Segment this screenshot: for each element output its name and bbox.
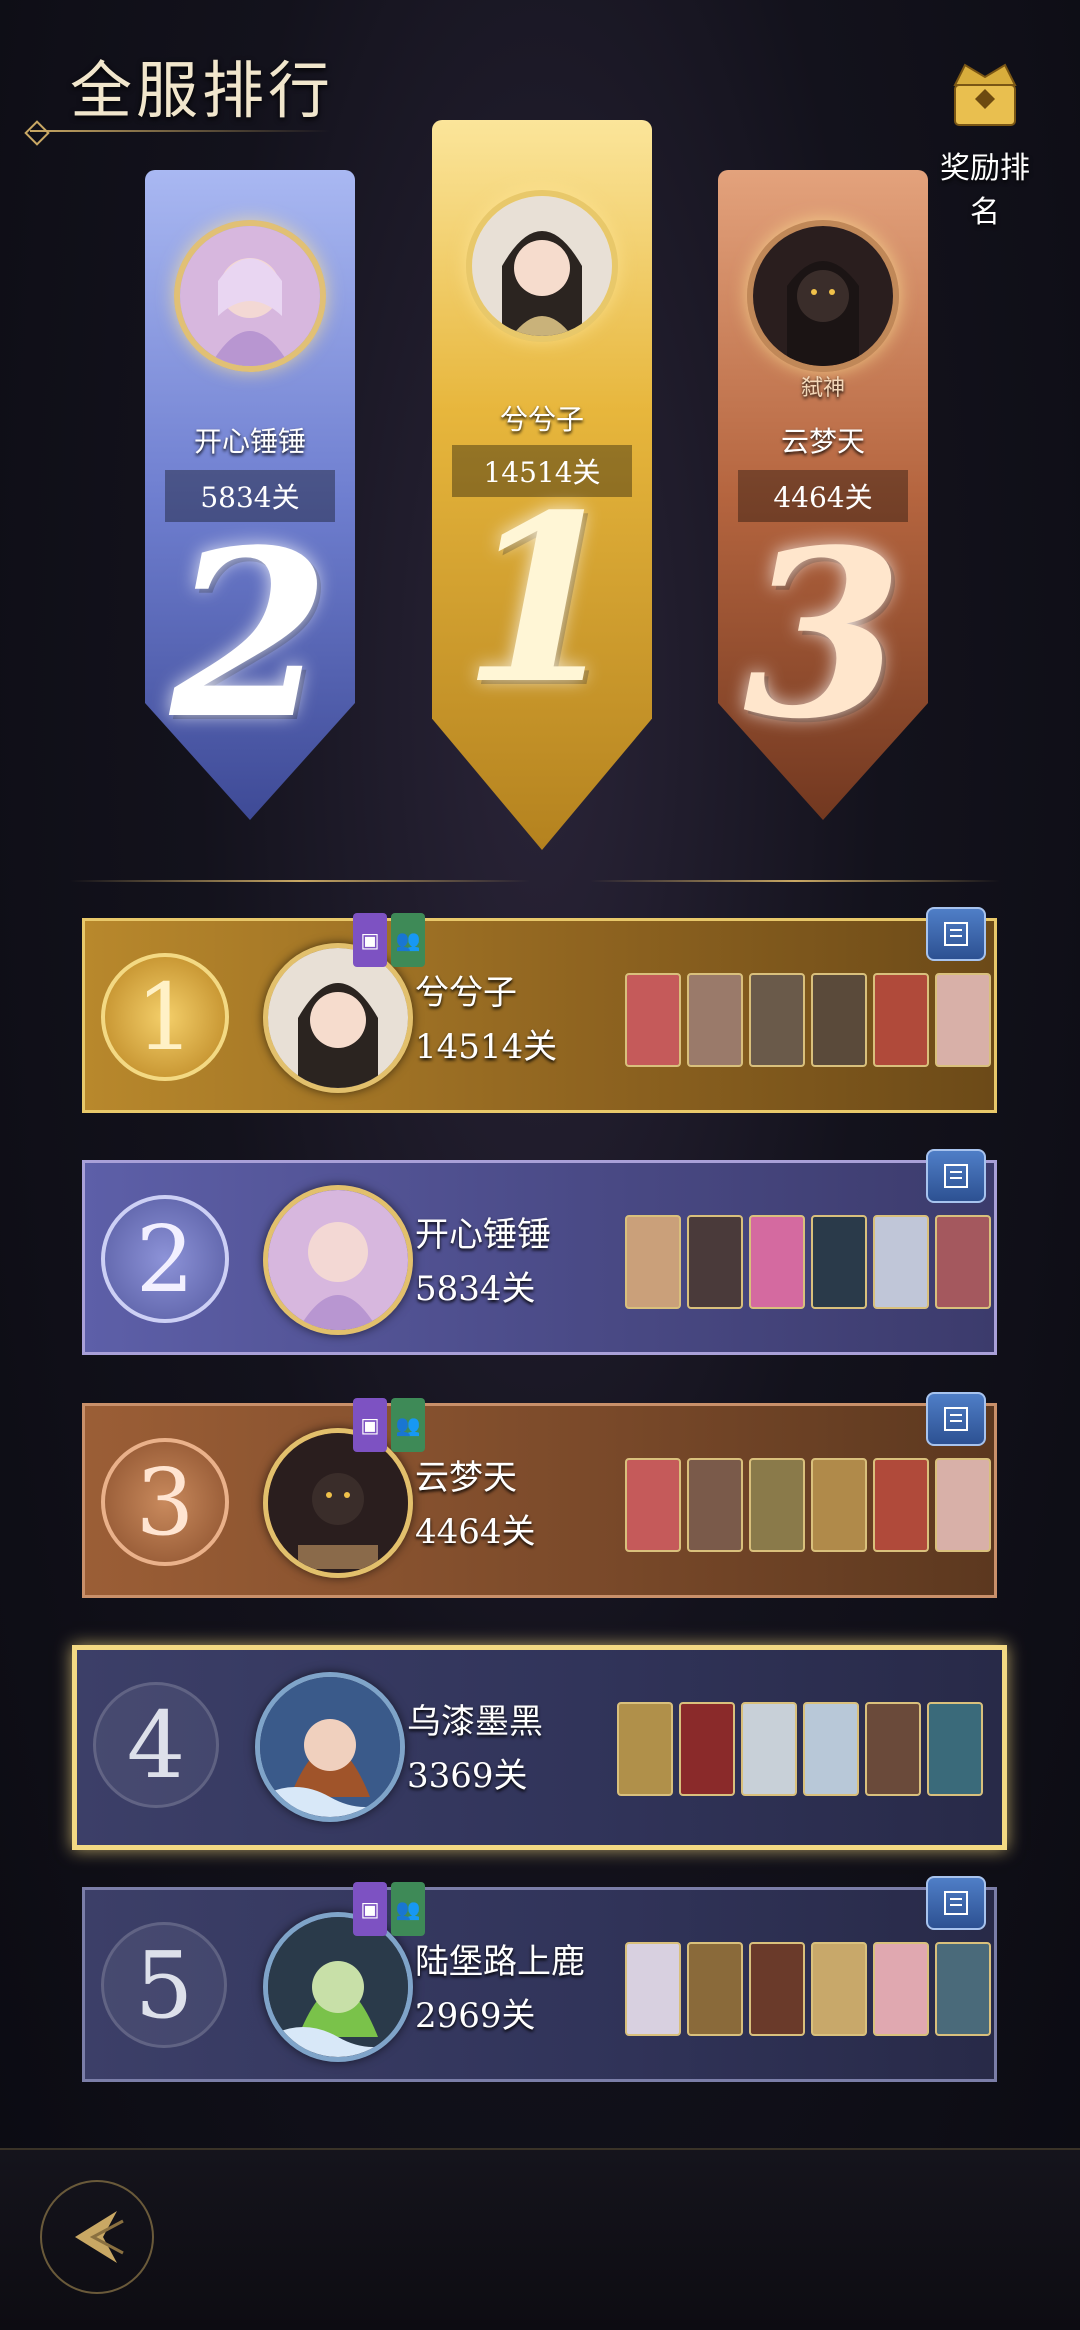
- title-underline: [30, 130, 330, 132]
- hero-lineup: [625, 1458, 991, 1552]
- title-ornament: [24, 120, 50, 146]
- podium-rank-number-1: 1: [461, 465, 623, 735]
- hero-lineup: [625, 1215, 991, 1309]
- hero-card[interactable]: [687, 1458, 743, 1552]
- hero-card[interactable]: [749, 1942, 805, 2036]
- hero-card[interactable]: [811, 1458, 867, 1552]
- bottom-bar: [0, 2148, 1080, 2330]
- player-avatar[interactable]: [255, 1672, 405, 1822]
- hero-card[interactable]: [865, 1702, 921, 1796]
- hero-card[interactable]: [873, 973, 929, 1067]
- detail-button[interactable]: [926, 1876, 986, 1930]
- list-icon: [944, 922, 968, 946]
- player-avatar[interactable]: [263, 1428, 413, 1578]
- hero-card[interactable]: [625, 1942, 681, 2036]
- podium-title-badge-rank-3: 弑神: [800, 376, 845, 401]
- player-name: 兮兮子: [415, 973, 517, 1013]
- hero-card[interactable]: [625, 1215, 681, 1309]
- list-icon: [944, 1891, 968, 1915]
- hero-card[interactable]: [749, 1215, 805, 1309]
- hero-card[interactable]: [873, 1942, 929, 2036]
- hero-card[interactable]: [687, 973, 743, 1067]
- podium-name-rank-1: 兮兮子: [499, 403, 584, 436]
- section-divider-right: [590, 880, 1000, 882]
- friends-badge-icon: 👥: [391, 913, 425, 967]
- hero-card[interactable]: [811, 973, 867, 1067]
- ranking-row-4-current-player[interactable]: 4 乌漆墨黑 3369关: [72, 1645, 1007, 1850]
- back-button[interactable]: [40, 2180, 154, 2294]
- rank-medal-4: 4: [93, 1682, 219, 1808]
- reward-ranking-label: 奖励排名: [940, 151, 1030, 230]
- player-score: 2969关: [415, 1996, 536, 2036]
- reward-ranking-button[interactable]: 奖励排名: [930, 55, 1040, 231]
- podium-avatar-rank-2: [174, 220, 326, 372]
- hero-card[interactable]: [625, 973, 681, 1067]
- hero-lineup: [617, 1702, 983, 1796]
- podium-name-rank-3: 云梦天: [780, 425, 865, 458]
- ranking-row-1[interactable]: 1 ▣ 👥 兮兮子 14514关: [82, 907, 997, 1113]
- guild-badge-icon: ▣: [353, 913, 387, 967]
- list-icon: [944, 1407, 968, 1431]
- hero-card[interactable]: [687, 1942, 743, 2036]
- hero-card[interactable]: [811, 1942, 867, 2036]
- hero-card[interactable]: [679, 1702, 735, 1796]
- player-score: 3369关: [407, 1756, 528, 1796]
- hero-lineup: [625, 1942, 991, 2036]
- hero-card[interactable]: [741, 1702, 797, 1796]
- rank-medal-2: 2: [101, 1195, 229, 1323]
- rank-medal-1: 1: [101, 953, 229, 1081]
- hero-card[interactable]: [935, 1458, 991, 1552]
- list-icon: [944, 1164, 968, 1188]
- player-avatar[interactable]: [263, 1912, 413, 2062]
- player-avatar[interactable]: [263, 943, 413, 1093]
- player-score: 5834关: [415, 1269, 536, 1309]
- hero-card[interactable]: [935, 1215, 991, 1309]
- page-title: 全服排行: [70, 54, 335, 127]
- podium-avatar-rank-1: [466, 190, 618, 342]
- podium-avatar-rank-3: [747, 220, 899, 372]
- podium-banner-rank-2[interactable]: 开心锤锤 5834关 2: [145, 170, 355, 820]
- podium-banner-rank-3[interactable]: 弑神 云梦天 4464关 3: [718, 170, 928, 820]
- detail-button[interactable]: [926, 907, 986, 961]
- hero-card[interactable]: [873, 1458, 929, 1552]
- detail-button[interactable]: [926, 1149, 986, 1203]
- player-score: 4464关: [415, 1512, 536, 1552]
- podium-rank-number-2: 2: [169, 500, 331, 770]
- hero-card[interactable]: [935, 1942, 991, 2036]
- detail-button[interactable]: [926, 1392, 986, 1446]
- hero-card[interactable]: [927, 1702, 983, 1796]
- hero-card[interactable]: [749, 973, 805, 1067]
- hero-lineup: [625, 973, 991, 1067]
- guild-badge-icon: ▣: [353, 1882, 387, 1936]
- friends-badge-icon: 👥: [391, 1398, 425, 1452]
- guild-badge-icon: ▣: [353, 1398, 387, 1452]
- player-name: 开心锤锤: [415, 1215, 551, 1255]
- player-score: 14514关: [415, 1027, 558, 1067]
- hero-card[interactable]: [687, 1215, 743, 1309]
- player-name: 乌漆墨黑: [407, 1702, 543, 1742]
- ranking-row-3[interactable]: 3 ▣ 👥 云梦天 4464关: [82, 1392, 997, 1598]
- hero-card[interactable]: [811, 1215, 867, 1309]
- hero-card[interactable]: [873, 1215, 929, 1309]
- player-avatar[interactable]: [263, 1185, 413, 1335]
- podium-rank-number-3: 3: [742, 500, 904, 770]
- podium-name-rank-2: 开心锤锤: [193, 425, 306, 458]
- section-divider-left: [70, 880, 530, 882]
- hero-card[interactable]: [935, 973, 991, 1067]
- hero-card[interactable]: [617, 1702, 673, 1796]
- hero-card[interactable]: [749, 1458, 805, 1552]
- podium-banner-rank-1[interactable]: 兮兮子 14514关 1: [432, 120, 652, 850]
- friends-badge-icon: 👥: [391, 1882, 425, 1936]
- ranking-row-5[interactable]: 5 ▣ 👥 陆堡路上鹿 2969关: [82, 1876, 997, 2082]
- rank-medal-5: 5: [101, 1922, 227, 2048]
- hero-card[interactable]: [803, 1702, 859, 1796]
- player-name: 云梦天: [415, 1458, 517, 1498]
- ranking-row-2[interactable]: 2 开心锤锤 5834关: [82, 1149, 997, 1355]
- back-arrow-icon: [75, 2211, 124, 2263]
- treasure-chest-icon: [953, 63, 1017, 126]
- rank-medal-3: 3: [101, 1438, 229, 1566]
- player-name: 陆堡路上鹿: [415, 1942, 585, 1982]
- hero-card[interactable]: [625, 1458, 681, 1552]
